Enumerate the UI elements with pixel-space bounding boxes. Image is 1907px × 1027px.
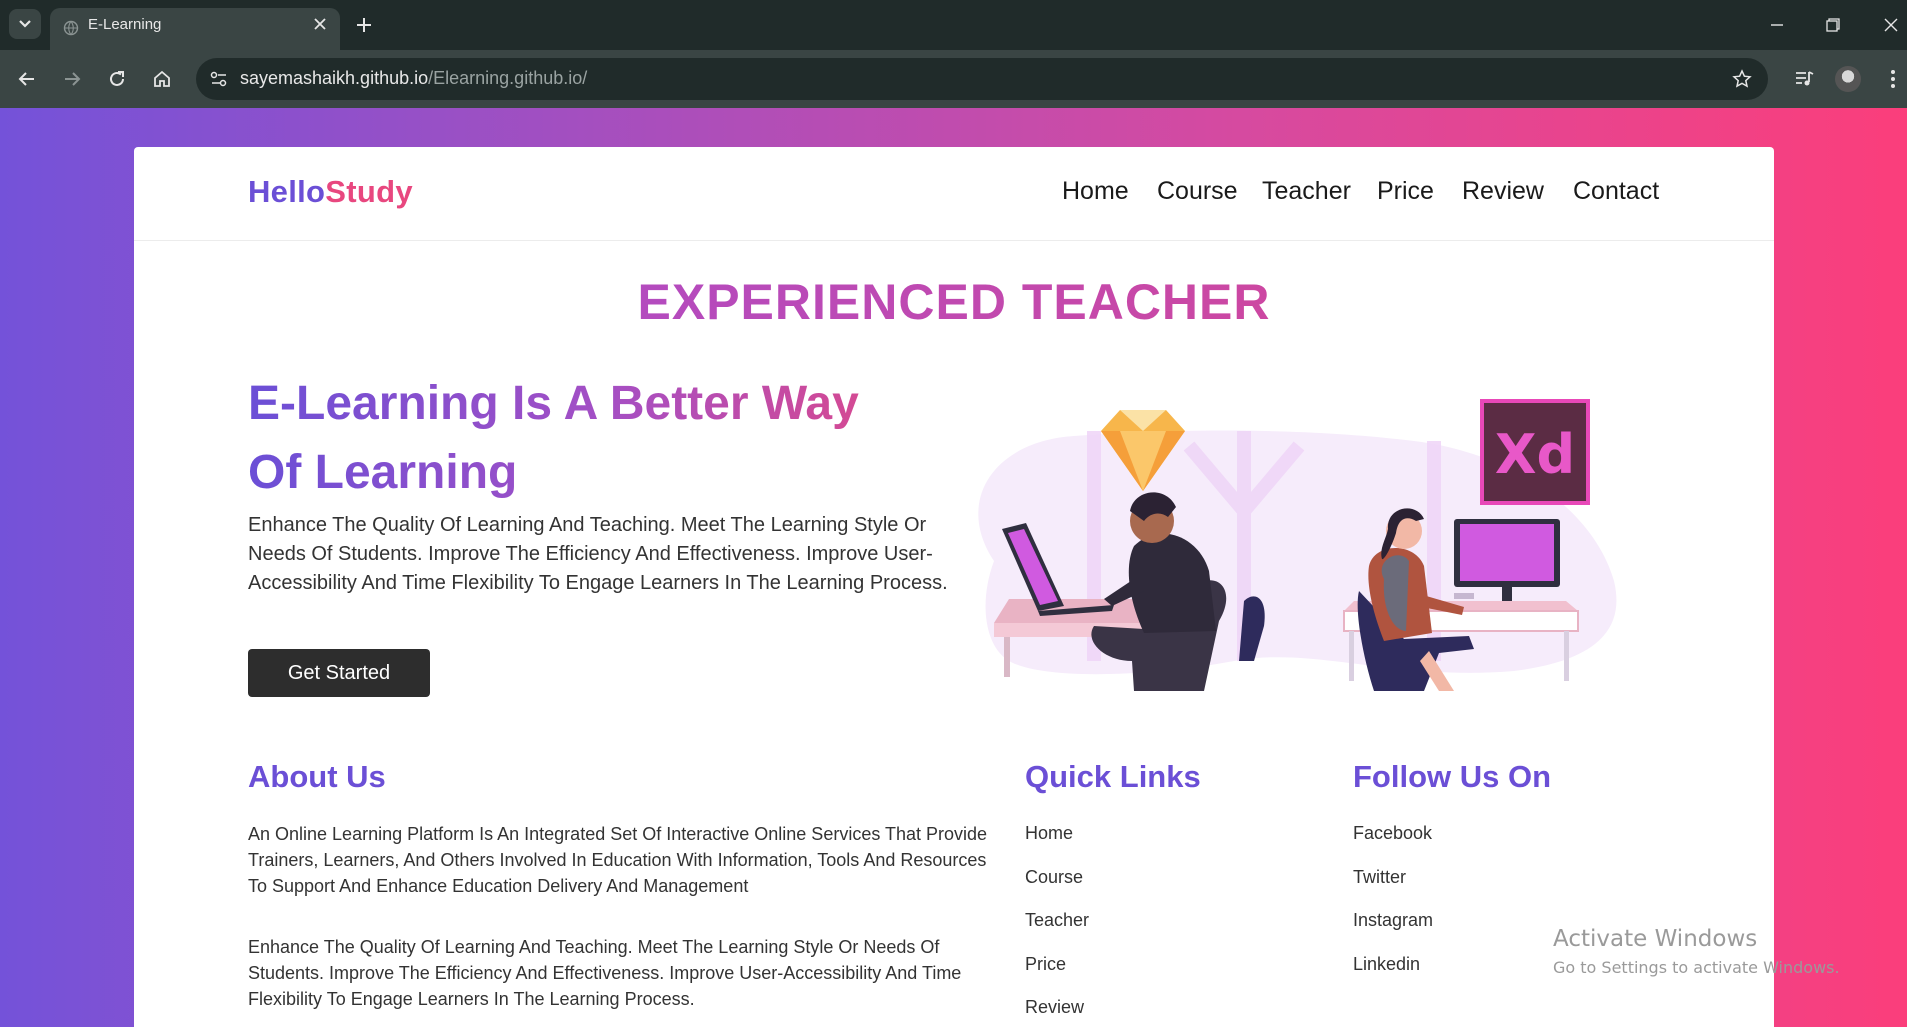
- social-link-facebook[interactable]: Facebook: [1353, 823, 1433, 867]
- nav-contact[interactable]: Contact: [1573, 177, 1659, 206]
- media-queue-icon: [1796, 71, 1814, 86]
- arrow-left-icon: [18, 72, 34, 86]
- watermark-title: Activate Windows: [1553, 926, 1758, 952]
- social-link-instagram[interactable]: Instagram: [1353, 910, 1433, 954]
- hero-heading-line2: Of Learning: [248, 446, 518, 499]
- quick-link-review[interactable]: Review: [1025, 997, 1089, 1027]
- hero-heading: E-Learning Is A Better Way Of Learning: [248, 369, 968, 507]
- site-settings-icon[interactable]: [206, 66, 232, 92]
- page-card: HelloStudy Home Course Teacher Price Rev…: [134, 147, 1774, 1027]
- site-header: HelloStudy Home Course Teacher Price Rev…: [134, 147, 1774, 241]
- page-viewport: HelloStudy Home Course Teacher Price Rev…: [0, 108, 1907, 1027]
- quick-link-course[interactable]: Course: [1025, 867, 1089, 911]
- menu-button[interactable]: [1878, 64, 1907, 94]
- close-tab-icon[interactable]: [310, 14, 330, 34]
- site-logo[interactable]: HelloStudy: [248, 174, 413, 210]
- hero-illustration: Xd: [978, 399, 1617, 691]
- forward-button[interactable]: [57, 64, 87, 94]
- reload-button[interactable]: [102, 64, 132, 94]
- logo-part-hello: Hello: [248, 174, 326, 209]
- xd-badge-icon: Xd: [1480, 399, 1590, 505]
- social-link-linkedin[interactable]: Linkedin: [1353, 954, 1433, 998]
- url-text: sayemashaikh.github.io/Elearning.github.…: [240, 68, 587, 89]
- nav-home[interactable]: Home: [1062, 177, 1129, 206]
- arrow-right-icon: [65, 72, 81, 86]
- quick-link-home[interactable]: Home: [1025, 823, 1089, 867]
- about-paragraph-2: Enhance The Quality Of Learning And Teac…: [248, 937, 962, 1009]
- home-icon: [154, 70, 170, 87]
- back-button[interactable]: [12, 64, 42, 94]
- nav-course[interactable]: Course: [1157, 177, 1238, 206]
- get-started-button[interactable]: Get Started: [248, 649, 430, 697]
- media-control-button[interactable]: [1790, 64, 1820, 94]
- logo-part-study: Study: [325, 174, 413, 209]
- browser-tab-bar: E-Learning: [0, 0, 1907, 50]
- reload-icon: [110, 71, 124, 86]
- section-title: EXPERIENCED TEACHER: [134, 273, 1774, 331]
- close-window-button[interactable]: [1876, 10, 1906, 40]
- hero-description: Enhance The Quality Of Learning And Teac…: [248, 514, 948, 594]
- watermark-subtitle: Go to Settings to activate Windows.: [1553, 958, 1840, 977]
- chevron-down-icon: [19, 20, 31, 28]
- minimize-button[interactable]: [1762, 10, 1792, 40]
- url-path: /Elearning.github.io/: [428, 68, 588, 88]
- quick-links-list: Home Course Teacher Price Review: [1025, 823, 1089, 1027]
- social-link-twitter[interactable]: Twitter: [1353, 867, 1433, 911]
- about-paragraph-1: An Online Learning Platform Is An Integr…: [248, 824, 988, 896]
- minimize-icon: [1771, 24, 1783, 26]
- plus-icon: [357, 18, 371, 32]
- quick-links-title: Quick Links: [1025, 759, 1201, 794]
- activate-windows-watermark: Activate Windows Go to Settings to activ…: [1553, 926, 1840, 977]
- social-links-list: Facebook Twitter Instagram Linkedin: [1353, 823, 1433, 997]
- home-button[interactable]: [147, 64, 177, 94]
- hero-heading-line1: E-Learning Is A Better Way: [248, 377, 859, 430]
- restore-icon: [1826, 18, 1840, 32]
- kebab-menu-icon: [1891, 70, 1895, 88]
- restore-button[interactable]: [1818, 10, 1848, 40]
- tab-title: E-Learning: [88, 16, 162, 33]
- new-tab-button[interactable]: [352, 13, 376, 37]
- follow-us-title: Follow Us On: [1353, 759, 1552, 794]
- tab-search-button[interactable]: [9, 9, 41, 39]
- about-title: About Us: [248, 759, 386, 794]
- bookmark-star-icon[interactable]: [1730, 67, 1754, 91]
- nav-teacher[interactable]: Teacher: [1262, 177, 1351, 206]
- close-icon: [1884, 18, 1898, 32]
- globe-icon: [63, 20, 79, 36]
- browser-tab[interactable]: E-Learning: [50, 8, 340, 50]
- avatar: [1835, 66, 1861, 92]
- url-host: sayemashaikh.github.io: [240, 68, 429, 88]
- quick-link-teacher[interactable]: Teacher: [1025, 910, 1089, 954]
- address-bar[interactable]: sayemashaikh.github.io/Elearning.github.…: [196, 58, 1768, 100]
- browser-toolbar: sayemashaikh.github.io/Elearning.github.…: [0, 50, 1907, 108]
- nav-price[interactable]: Price: [1377, 177, 1434, 206]
- profile-button[interactable]: [1833, 64, 1863, 94]
- xd-badge-label: Xd: [1495, 423, 1575, 486]
- nav-review[interactable]: Review: [1462, 177, 1544, 206]
- quick-link-price[interactable]: Price: [1025, 954, 1089, 998]
